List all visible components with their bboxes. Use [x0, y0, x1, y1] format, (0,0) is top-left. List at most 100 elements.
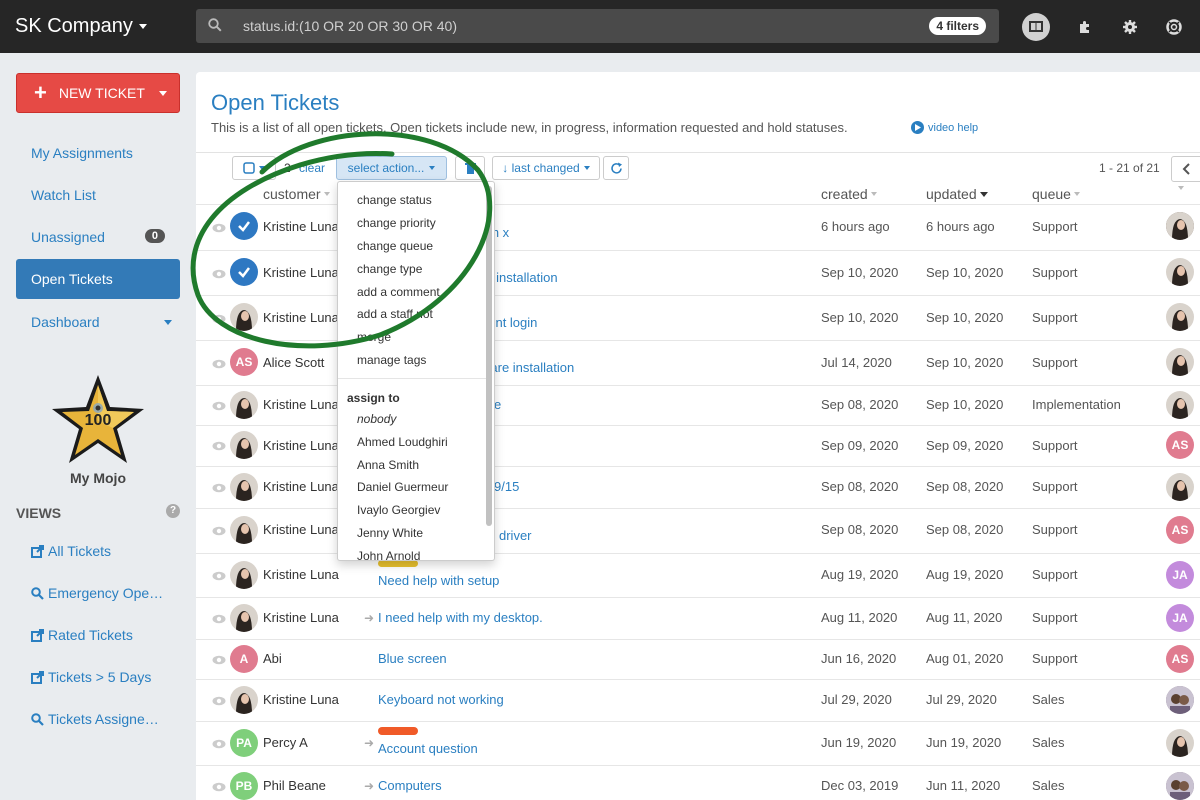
customer-avatar[interactable]: PA — [230, 729, 258, 757]
assignee-avatar[interactable] — [1166, 686, 1194, 714]
column-created[interactable]: created — [821, 186, 877, 202]
lifebuoy-icon[interactable] — [1161, 14, 1187, 40]
eye-icon[interactable] — [212, 483, 226, 493]
menu-item-assign-nobody[interactable]: nobody — [357, 412, 396, 426]
menu-item-add-staff-note[interactable]: add a staff not — [357, 307, 433, 321]
column-updated[interactable]: updated — [926, 186, 988, 202]
customer-name[interactable]: Kristine Luna — [263, 610, 339, 625]
assignee-avatar[interactable] — [1166, 303, 1194, 331]
menu-item-assign-agent[interactable]: Ahmed Loudghiri — [357, 435, 448, 449]
customer-avatar[interactable] — [230, 686, 258, 714]
eye-icon[interactable] — [212, 359, 226, 369]
gear-icon[interactable] — [1117, 14, 1143, 40]
company-switcher[interactable]: SK Company — [15, 15, 147, 38]
assignee-avatar[interactable] — [1166, 348, 1194, 376]
menu-item-assign-agent[interactable]: Anna Smith — [357, 458, 419, 472]
eye-icon[interactable] — [212, 655, 226, 665]
view-rated-tickets[interactable]: Rated Tickets — [31, 627, 133, 643]
table-row[interactable]: Kristine Luna ➜ I need help with my desk… — [196, 597, 1200, 639]
refresh-button[interactable] — [603, 156, 629, 180]
menu-item-assign-agent[interactable]: Daniel Guermeur — [357, 480, 448, 494]
sort-dropdown[interactable]: ↓ last changed — [492, 156, 600, 180]
customer-name[interactable]: Phil Beane — [263, 778, 326, 793]
customer-name[interactable]: Kristine Luna — [263, 310, 339, 325]
eye-icon[interactable] — [212, 696, 226, 706]
customer-name[interactable]: Kristine Luna — [263, 219, 339, 234]
eye-icon[interactable] — [212, 782, 226, 792]
assignee-avatar[interactable] — [1166, 473, 1194, 501]
menu-item-change-priority[interactable]: change priority — [357, 216, 436, 230]
help-icon[interactable]: ? — [166, 504, 180, 518]
customer-avatar[interactable]: A — [230, 645, 258, 673]
ticket-subject[interactable]: driver — [499, 528, 532, 543]
menu-item-merge[interactable]: merge — [357, 330, 391, 344]
customer-name[interactable]: Kristine Luna — [263, 438, 339, 453]
sidebar-item-watch-list[interactable]: Watch List — [16, 175, 180, 215]
menu-item-manage-tags[interactable]: manage tags — [357, 353, 426, 367]
customer-name[interactable]: Kristine Luna — [263, 522, 339, 537]
ticket-subject[interactable]: Keyboard not working — [378, 692, 504, 707]
assignee-avatar[interactable] — [1166, 258, 1194, 286]
video-help-link[interactable]: video help — [911, 121, 978, 134]
table-row[interactable]: A Abi Blue screen Jun 16, 2020 Aug 01, 2… — [196, 639, 1200, 679]
customer-avatar[interactable] — [230, 473, 258, 501]
assignee-avatar[interactable] — [1166, 391, 1194, 419]
column-customer[interactable]: customer — [263, 186, 330, 202]
customer-avatar[interactable]: AS — [230, 348, 258, 376]
customer-avatar[interactable] — [230, 604, 258, 632]
sidebar-item-my-assignments[interactable]: My Assignments — [16, 133, 180, 173]
eye-icon[interactable] — [212, 269, 226, 279]
puzzle-icon[interactable] — [1072, 14, 1098, 40]
customer-name[interactable]: Kristine Luna — [263, 479, 339, 494]
customer-name[interactable]: Percy A — [263, 735, 308, 750]
view-tickets-assigned[interactable]: Tickets Assigne… — [31, 711, 159, 727]
eye-icon[interactable] — [212, 401, 226, 411]
assignee-avatar[interactable]: JA — [1166, 561, 1194, 589]
assignee-avatar[interactable]: JA — [1166, 604, 1194, 632]
eye-icon[interactable] — [212, 614, 226, 624]
customer-name[interactable]: Kristine Luna — [263, 567, 339, 582]
ticket-subject[interactable]: Need help with setup — [378, 573, 499, 588]
customer-name[interactable]: Kristine Luna — [263, 397, 339, 412]
customer-avatar[interactable]: PB — [230, 772, 258, 800]
menu-item-assign-agent[interactable]: John Arnold — [357, 549, 420, 560]
view-all-tickets[interactable]: All Tickets — [31, 543, 111, 559]
customer-avatar[interactable] — [230, 391, 258, 419]
ticket-subject[interactable]: Computers — [378, 778, 442, 793]
select-action-dropdown[interactable]: select action... — [336, 156, 447, 180]
previous-page-button[interactable] — [1171, 156, 1200, 182]
menu-item-assign-agent[interactable]: Jenny White — [357, 526, 423, 540]
assignee-avatar[interactable]: AS — [1166, 645, 1194, 673]
search-query[interactable]: status.id:(10 OR 20 OR 30 OR 40) — [243, 18, 457, 34]
eye-icon[interactable] — [212, 223, 226, 233]
view-tickets-5-days[interactable]: Tickets > 5 Days — [31, 669, 151, 685]
search-bar[interactable]: status.id:(10 OR 20 OR 30 OR 40) 4 filte… — [196, 9, 999, 43]
ticket-subject[interactable]: 9/15 — [494, 479, 519, 494]
assignee-avatar[interactable]: AS — [1166, 431, 1194, 459]
customer-avatar[interactable] — [230, 431, 258, 459]
eye-icon[interactable] — [212, 441, 226, 451]
trash-button[interactable] — [455, 156, 485, 180]
select-all-checkbox-dropdown[interactable] — [232, 156, 276, 180]
ticket-subject[interactable]: Blue screen — [378, 651, 447, 666]
sidebar-item-dashboard[interactable]: Dashboard — [16, 302, 180, 342]
column-queue[interactable]: queue — [1032, 186, 1080, 202]
eye-icon[interactable] — [212, 571, 226, 581]
customer-name[interactable]: Alice Scott — [263, 355, 324, 370]
column-assignee[interactable] — [1178, 186, 1184, 190]
menu-item-add-comment[interactable]: add a comment — [357, 285, 440, 299]
selected-check-avatar[interactable] — [230, 212, 258, 240]
ticket-subject[interactable]: I need help with my desktop. — [378, 610, 543, 625]
assignee-avatar[interactable] — [1166, 772, 1194, 800]
book-icon[interactable] — [1022, 13, 1050, 41]
customer-avatar[interactable] — [230, 303, 258, 331]
menu-item-assign-agent[interactable]: Ivaylo Georgiev — [357, 503, 440, 517]
chevron-down-icon[interactable] — [158, 90, 167, 96]
table-row[interactable]: Kristine Luna Keyboard not working Jul 2… — [196, 679, 1200, 721]
customer-avatar[interactable] — [230, 516, 258, 544]
menu-item-change-queue[interactable]: change queue — [357, 239, 433, 253]
customer-name[interactable]: Kristine Luna — [263, 692, 339, 707]
selected-check-avatar[interactable] — [230, 258, 258, 286]
customer-name[interactable]: Abi — [263, 651, 282, 666]
ticket-subject[interactable]: Account question — [378, 741, 478, 756]
